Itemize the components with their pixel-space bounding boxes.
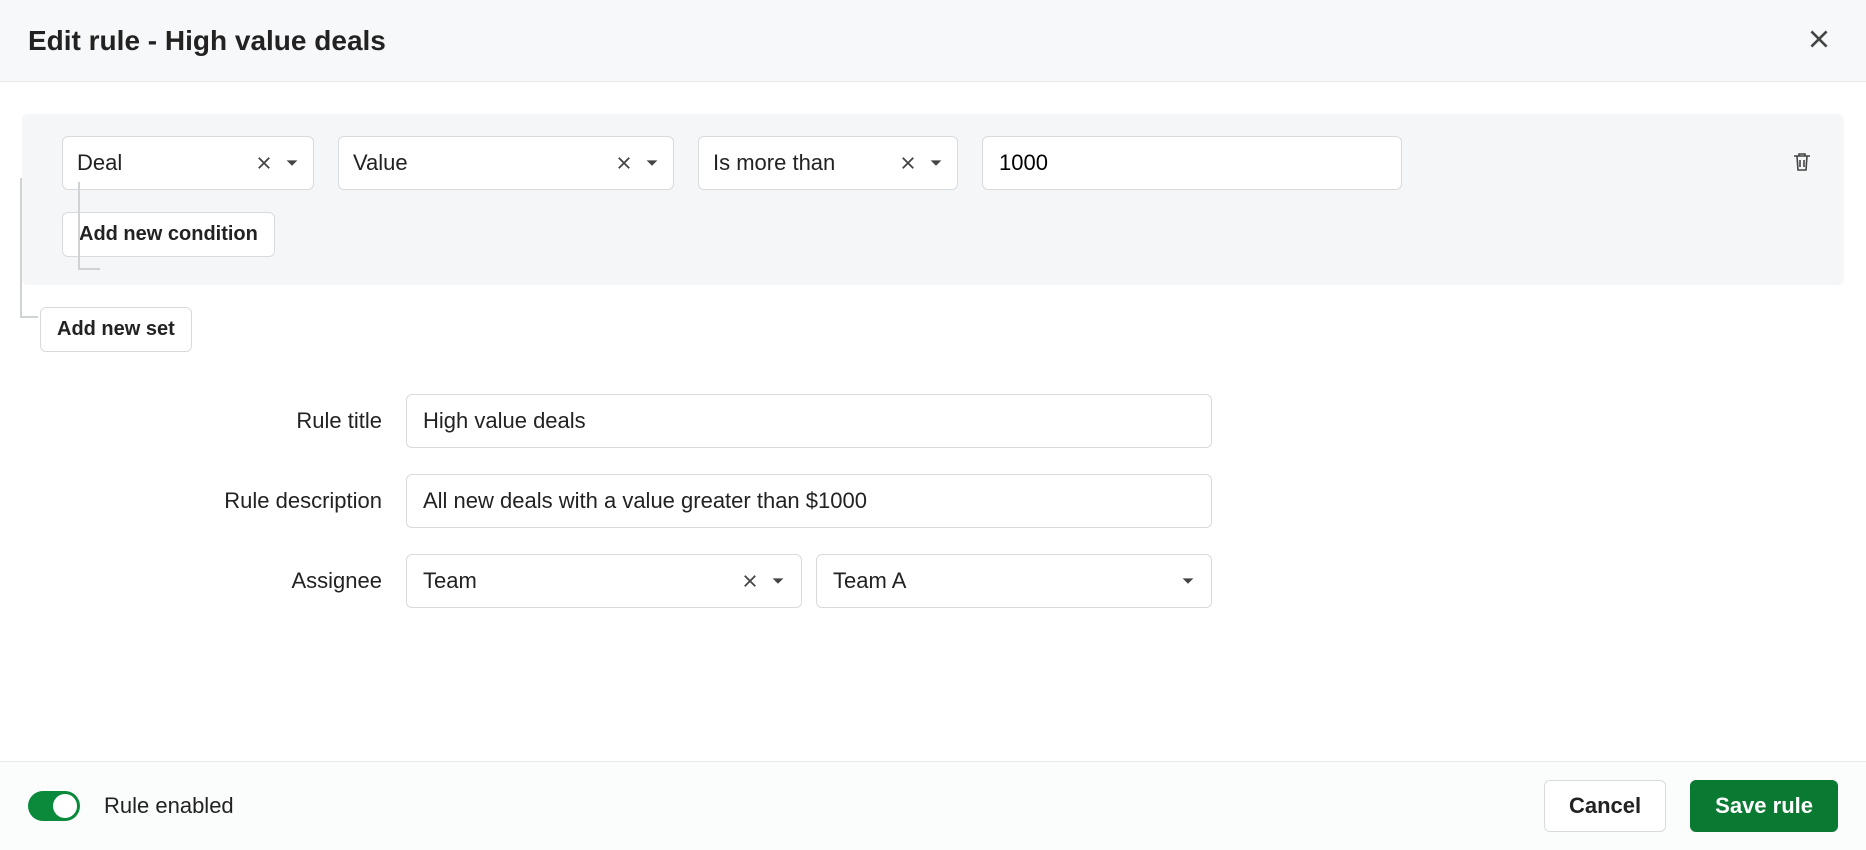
select-value: Deal — [77, 150, 243, 176]
form-row-description: Rule description — [22, 474, 1844, 528]
clear-icon[interactable] — [255, 154, 273, 172]
delete-condition-button[interactable] — [1784, 143, 1820, 184]
toggle-knob — [53, 794, 77, 818]
chevron-down-icon — [929, 156, 943, 170]
chevron-down-icon — [771, 574, 785, 588]
condition-field-select[interactable]: Value — [338, 136, 674, 190]
connector-line — [78, 182, 80, 268]
add-set-button[interactable]: Add new set — [40, 307, 192, 352]
modal-title: Edit rule - High value deals — [28, 25, 386, 57]
select-value: Team A — [833, 568, 906, 594]
select-value: Value — [353, 150, 603, 176]
condition-row: Deal Value — [62, 136, 1820, 190]
trash-icon — [1790, 163, 1814, 178]
rule-description-label: Rule description — [22, 488, 406, 514]
chevron-down-icon — [645, 156, 659, 170]
assignee-type-select[interactable]: Team — [406, 554, 802, 608]
connector-line — [20, 316, 38, 318]
select-value: Team — [423, 568, 477, 594]
clear-icon[interactable] — [899, 154, 917, 172]
condition-value-input[interactable] — [997, 149, 1387, 177]
assignee-value-select[interactable]: Team A — [816, 554, 1212, 608]
form-row-title: Rule title — [22, 394, 1844, 448]
assignee-label: Assignee — [22, 568, 406, 594]
condition-set: Deal Value — [22, 114, 1844, 285]
rule-enabled-label: Rule enabled — [104, 793, 234, 819]
select-value: Is more than — [713, 150, 887, 176]
form-row-assignee: Assignee Team Team A — [22, 554, 1844, 608]
rule-description-input[interactable] — [406, 474, 1212, 528]
clear-icon[interactable] — [741, 572, 759, 590]
condition-entity-select[interactable]: Deal — [62, 136, 314, 190]
modal-footer: Rule enabled Cancel Save rule — [0, 761, 1866, 850]
add-condition-button[interactable]: Add new condition — [62, 212, 275, 257]
cancel-button[interactable]: Cancel — [1544, 780, 1666, 832]
close-icon — [1806, 40, 1832, 55]
connector-line — [78, 268, 100, 270]
save-rule-button[interactable]: Save rule — [1690, 780, 1838, 832]
clear-icon[interactable] — [615, 154, 633, 172]
close-button[interactable] — [1800, 20, 1838, 61]
condition-value-input-wrap — [982, 136, 1402, 190]
modal-body: Deal Value — [0, 82, 1866, 761]
rule-title-label: Rule title — [22, 408, 406, 434]
modal-header: Edit rule - High value deals — [0, 0, 1866, 82]
condition-operator-select[interactable]: Is more than — [698, 136, 958, 190]
rule-form: Rule title Rule description Assignee Tea… — [22, 394, 1844, 608]
chevron-down-icon — [1181, 574, 1195, 588]
condition-set-container: Deal Value — [22, 114, 1844, 285]
rule-enabled-toggle[interactable] — [28, 791, 80, 821]
rule-title-input[interactable] — [406, 394, 1212, 448]
chevron-down-icon — [285, 156, 299, 170]
